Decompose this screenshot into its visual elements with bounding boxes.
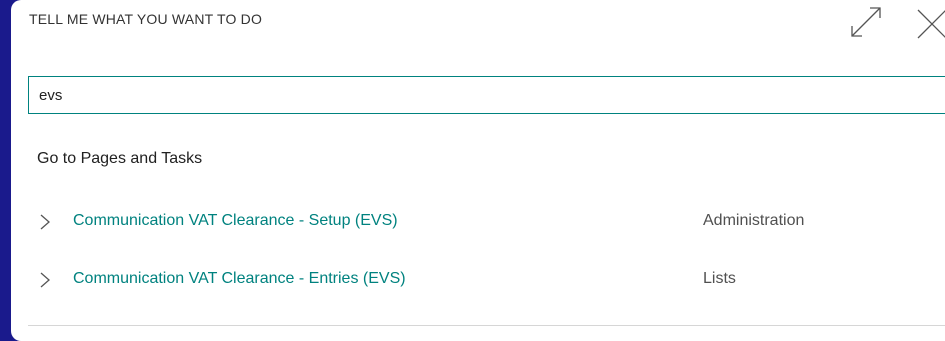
close-button[interactable] — [912, 4, 945, 40]
result-item-entries[interactable]: Communication VAT Clearance - Entries (E… — [11, 259, 945, 299]
result-category: Lists — [703, 270, 736, 287]
result-name[interactable]: Communication VAT Clearance - Entries (E… — [73, 270, 406, 288]
dialog-title: TELL ME WHAT YOU WANT TO DO — [29, 11, 263, 27]
divider — [28, 325, 945, 326]
results-heading: Go to Pages and Tasks — [37, 150, 203, 167]
chevron-right-icon — [40, 214, 50, 230]
result-name[interactable]: Communication VAT Clearance - Setup (EVS… — [73, 212, 398, 230]
search-box — [28, 76, 945, 114]
close-icon — [917, 9, 945, 39]
tell-me-dialog: TELL ME WHAT YOU WANT TO DO Go to Pages … — [11, 0, 945, 341]
search-input[interactable] — [29, 77, 945, 113]
result-item-setup[interactable]: Communication VAT Clearance - Setup (EVS… — [11, 201, 945, 241]
expand-button[interactable] — [848, 4, 884, 40]
expand-icon — [851, 7, 881, 37]
chevron-right-icon — [40, 272, 50, 288]
result-category: Administration — [703, 212, 805, 229]
